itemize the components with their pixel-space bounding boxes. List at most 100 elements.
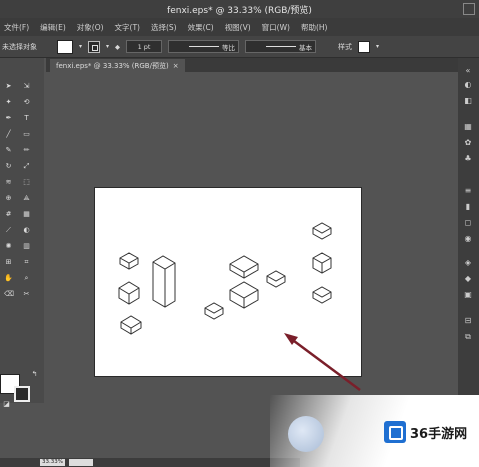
symbols-panel-icon[interactable]: ♣	[462, 154, 474, 164]
close-tab-icon[interactable]: ×	[173, 62, 179, 70]
scale-icon[interactable]: ⤢	[22, 162, 31, 170]
appearance-panel-icon[interactable]: ◉	[462, 234, 474, 244]
default-colors-icon[interactable]: ◪	[2, 400, 11, 408]
menu-bar: 文件(F) 编辑(E) 对象(O) 文字(T) 选择(S) 效果(C) 视图(V…	[0, 18, 479, 36]
brush-definition-dropdown[interactable]: 基本	[245, 40, 317, 53]
stroke-label-icon: ◆	[115, 42, 121, 51]
direct-selection-icon[interactable]: ⇲	[22, 82, 31, 90]
site-logo: 36手游网	[384, 421, 467, 443]
brush-line-preview	[266, 46, 297, 47]
window-title: fenxi.eps* @ 33.33% (RGB/预览)	[167, 5, 312, 16]
fill-color-swatch[interactable]	[57, 39, 73, 54]
type-icon[interactable]: T	[22, 114, 31, 122]
dropdown-arrow-icon[interactable]: ▾	[79, 43, 82, 50]
symbol-sprayer-icon[interactable]: ✺	[4, 242, 13, 250]
block-shape	[312, 252, 332, 274]
isometric-blocks-drawing	[118, 222, 332, 335]
block-shape	[229, 255, 259, 279]
stroke-panel-icon[interactable]: ≡	[462, 186, 474, 196]
align-panel-icon[interactable]: ⊟	[462, 316, 474, 326]
document-tab[interactable]: fenxi.eps* @ 33.33% (RGB/预览) ×	[50, 59, 185, 72]
brushes-panel-icon[interactable]: ✿	[462, 138, 474, 148]
blend-icon[interactable]: ◐	[22, 226, 31, 234]
style-label: 样式	[338, 42, 353, 51]
block-shape	[204, 302, 224, 320]
control-bar: 未选择对象 ▾ ▾ ◆ 1 pt 等比 基本 样式 ▾	[0, 36, 479, 58]
window-control-icon[interactable]	[463, 3, 475, 15]
zoom-icon[interactable]: ⌕	[22, 274, 31, 282]
artboard[interactable]	[94, 187, 362, 377]
document-tab-label: fenxi.eps* @ 33.33% (RGB/预览)	[56, 61, 169, 70]
menu-effect[interactable]: 效果(C)	[188, 22, 214, 33]
block-shape	[229, 281, 259, 309]
menu-select[interactable]: 选择(S)	[151, 22, 177, 33]
swap-colors-icon[interactable]: ↰	[30, 370, 39, 378]
block-shape	[266, 270, 286, 288]
line-icon[interactable]: ╱	[4, 130, 13, 138]
selection-status-label: 未选择对象	[2, 42, 37, 51]
menu-edit[interactable]: 编辑(E)	[40, 22, 66, 33]
profile-label: 等比	[222, 43, 236, 52]
artboards-panel-icon[interactable]: ▣	[462, 290, 474, 300]
graph-icon[interactable]: ▥	[22, 242, 31, 250]
panel-dock: « ◐ ◧ ▦ ✿ ♣ ≡ ▮ ◻ ◉ ◈ ◆ ▣ ⊟ ⧉	[458, 58, 479, 403]
menu-help[interactable]: 帮助(H)	[301, 22, 328, 33]
gradient-icon[interactable]: ▦	[22, 210, 31, 218]
document-tab-bar: fenxi.eps* @ 33.33% (RGB/预览) ×	[46, 58, 458, 72]
title-bar: fenxi.eps* @ 33.33% (RGB/预览)	[0, 0, 479, 18]
color-panel-icon[interactable]: ◐	[462, 80, 474, 90]
block-shape	[118, 281, 140, 305]
hand-icon[interactable]: ✋	[4, 274, 13, 282]
block-shape	[312, 222, 332, 240]
menu-object[interactable]: 对象(O)	[77, 22, 104, 33]
selection-icon[interactable]: ➤	[4, 82, 13, 90]
perspective-icon[interactable]: ⟁	[22, 194, 31, 202]
block-shape	[312, 286, 332, 304]
eyedropper-icon[interactable]: ⟋	[4, 226, 13, 234]
paintbrush-icon[interactable]: ✎	[4, 146, 13, 154]
pathfinder-panel-icon[interactable]: ⧉	[462, 332, 474, 342]
artboard-nav-field[interactable]	[68, 459, 93, 466]
dropdown-arrow-icon[interactable]: ▾	[376, 43, 379, 50]
free-transform-icon[interactable]: ⬚	[22, 178, 31, 186]
zoom-level-field[interactable]: 33.33%	[40, 459, 65, 466]
tools-panel: ➤ ⇲ ✦ ⟲ ✒ T ╱ ▭ ✎ ✏ ↻ ⤢ ≋ ⬚ ⊕ ⟁ # ▦ ⟋ ◐ …	[0, 58, 44, 408]
stroke-swatch[interactable]	[14, 386, 30, 402]
menu-file[interactable]: 文件(F)	[4, 22, 29, 33]
layers-panel-icon[interactable]: ◆	[462, 274, 474, 284]
status-bar: 33.33%	[0, 458, 300, 467]
slice-icon[interactable]: ⌗	[22, 258, 31, 266]
profile-line-preview	[189, 46, 220, 47]
magic-wand-icon[interactable]: ✦	[4, 98, 13, 106]
transparency-panel-icon[interactable]: ◻	[462, 218, 474, 228]
mesh-icon[interactable]: #	[4, 210, 13, 218]
color-guide-icon[interactable]: ◧	[462, 96, 474, 106]
collapse-panels-icon[interactable]: «	[462, 66, 474, 76]
shape-builder-icon[interactable]: ⊕	[4, 194, 13, 202]
variable-width-profile-dropdown[interactable]: 等比	[168, 40, 240, 53]
stroke-weight-field[interactable]: 1 pt	[126, 40, 163, 53]
artboard-icon[interactable]: ⊞	[4, 258, 13, 266]
eraser-icon[interactable]: ⌫	[4, 290, 14, 298]
graphic-style-swatch[interactable]	[358, 40, 371, 53]
warp-icon[interactable]: ≋	[4, 178, 13, 186]
graphic-styles-icon[interactable]: ◈	[462, 258, 474, 268]
site-name: 36手游网	[410, 426, 468, 442]
pen-icon[interactable]: ✒	[4, 114, 13, 122]
dropdown-arrow-icon[interactable]: ▾	[106, 43, 109, 50]
menu-view[interactable]: 视图(V)	[225, 22, 251, 33]
menu-window[interactable]: 窗口(W)	[262, 22, 290, 33]
pencil-icon[interactable]: ✏	[22, 146, 31, 154]
tall-block-shape	[152, 255, 176, 308]
menu-type[interactable]: 文字(T)	[115, 22, 140, 33]
swatches-panel-icon[interactable]: ▦	[462, 122, 474, 132]
gradient-panel-icon[interactable]: ▮	[462, 202, 474, 212]
rotate-icon[interactable]: ↻	[4, 162, 13, 170]
scissors-icon[interactable]: ✂	[22, 290, 31, 298]
logo-mark-icon	[384, 421, 406, 443]
stroke-color-swatch[interactable]	[88, 40, 101, 53]
block-shape	[119, 252, 139, 270]
rectangle-icon[interactable]: ▭	[22, 130, 31, 138]
lasso-icon[interactable]: ⟲	[22, 98, 31, 106]
block-shape	[120, 315, 142, 335]
